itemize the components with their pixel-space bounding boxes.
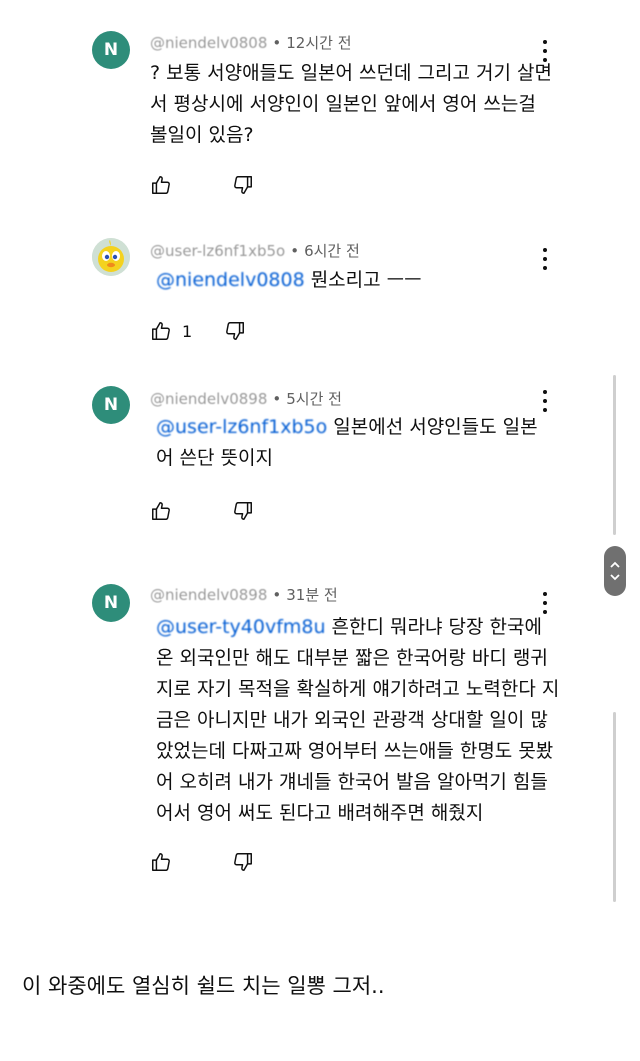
thumb-up-icon — [152, 502, 170, 520]
comment-time: 12시간 전 — [286, 34, 352, 52]
comment-meta: @niendelv0898 • 31분 전 — [150, 586, 338, 604]
post-caption: 이 와중에도 열심히 쉴드 치는 일뽕 그저.. — [22, 974, 385, 998]
comment-text: @user-lz6nf1xb5o 일본에선 서양인들도 일본 어 쓴단 뜻이지 — [156, 416, 538, 469]
thumb-down-icon — [234, 502, 252, 520]
dislike-button[interactable] — [232, 500, 254, 522]
dislike-button[interactable] — [232, 851, 254, 873]
avatar[interactable]: N — [92, 31, 130, 69]
scrollbar-handle[interactable] — [604, 546, 626, 596]
like-count: 1 — [182, 321, 193, 341]
mention-link[interactable]: @user-lz6nf1xb5o — [156, 416, 327, 438]
comment-actions — [150, 500, 304, 522]
dislike-button[interactable] — [232, 174, 254, 196]
thumb-down-icon — [234, 853, 252, 871]
more-vert-icon[interactable] — [542, 390, 548, 412]
comment-text: @niendelv0808 뭔소리고 ㅡㅡ — [156, 269, 422, 291]
author-handle[interactable]: @niendelv0898 — [150, 390, 267, 408]
chevron-up-icon — [610, 561, 620, 568]
like-button[interactable]: 1 — [150, 320, 192, 342]
cartoon-bird-avatar-icon — [92, 238, 130, 276]
scrollbar-track[interactable] — [613, 375, 616, 535]
scrollbar-track[interactable] — [613, 712, 616, 902]
comment-time: 6시간 전 — [304, 242, 360, 260]
chevron-down-icon — [610, 574, 620, 581]
comment-time: 31분 전 — [286, 586, 338, 604]
like-button[interactable] — [150, 500, 182, 522]
avatar[interactable]: N — [92, 386, 130, 424]
comment-actions — [150, 174, 304, 196]
dislike-button[interactable] — [224, 320, 246, 342]
avatar[interactable]: N — [92, 584, 130, 622]
author-handle[interactable]: @niendelv0808 — [150, 34, 267, 52]
comment-meta: @niendelv0898 • 5시간 전 — [150, 390, 342, 408]
thumb-up-icon — [152, 853, 170, 871]
comment-text: ? 보통 서양애들도 일본어 쓰던데 그리고 거기 살면 서 평상시에 서양인이… — [150, 62, 552, 146]
like-button[interactable] — [150, 174, 182, 196]
comment-actions — [150, 851, 304, 873]
author-handle[interactable]: @niendelv0898 — [150, 586, 267, 604]
comment-time: 5시간 전 — [286, 390, 342, 408]
like-button[interactable] — [150, 851, 182, 873]
thumb-down-icon — [234, 176, 252, 194]
mention-link[interactable]: @niendelv0808 — [156, 269, 305, 291]
avatar[interactable] — [92, 238, 130, 276]
comment-meta: @user-lz6nf1xb5o • 6시간 전 — [150, 242, 360, 260]
comment-actions: 1 — [150, 320, 296, 342]
more-vert-icon[interactable] — [542, 592, 548, 614]
comment-text: @user-ty40vfm8u 흔한디 뭐라냐 당장 한국에 온 외국인만 해도 … — [156, 616, 560, 824]
more-vert-icon[interactable] — [542, 248, 548, 270]
thumb-up-icon — [152, 176, 170, 194]
mention-link[interactable]: @user-ty40vfm8u — [156, 616, 326, 638]
thumb-up-icon — [152, 322, 170, 340]
author-handle[interactable]: @user-lz6nf1xb5o — [150, 242, 285, 260]
thumb-down-icon — [226, 322, 245, 340]
comment-meta: @niendelv0808 • 12시간 전 — [150, 34, 352, 52]
